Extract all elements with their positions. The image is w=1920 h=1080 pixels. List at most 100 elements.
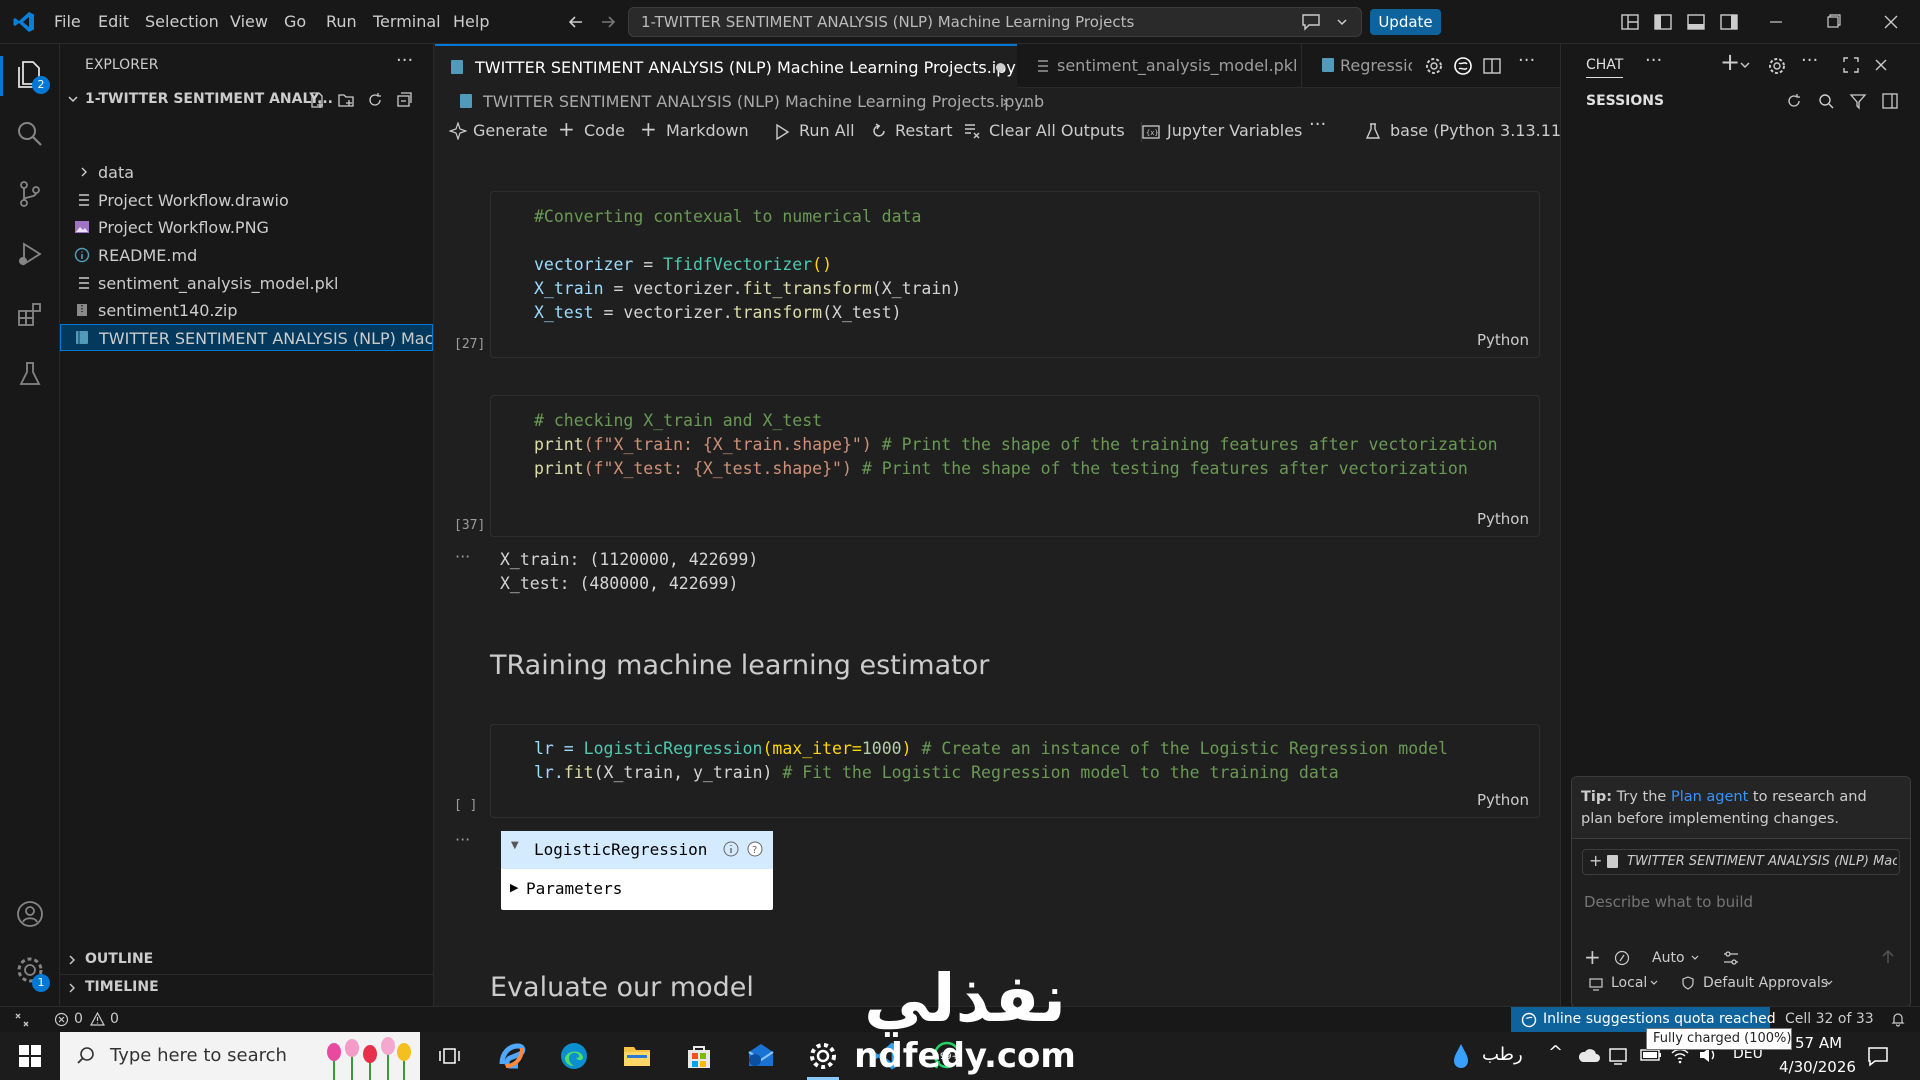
- testing-flask-icon[interactable]: [14, 358, 46, 390]
- refresh-icon[interactable]: [1785, 92, 1803, 110]
- tab-pkl[interactable]: sentiment_analysis_model.pkl: [1017, 44, 1302, 88]
- chat-settings-gear-icon[interactable]: [1767, 56, 1787, 76]
- menu-edit[interactable]: Edit: [98, 12, 129, 31]
- editor-more-icon[interactable]: ···: [1518, 50, 1535, 71]
- extensions-icon[interactable]: [14, 298, 46, 330]
- add-markdown-button[interactable]: Markdown: [666, 121, 749, 140]
- clock-time[interactable]: 57 AM: [1795, 1034, 1842, 1052]
- kernel-selector[interactable]: base (Python 3.13.11): [1390, 121, 1567, 140]
- chevron-down-icon[interactable]: [1335, 15, 1349, 29]
- menu-run[interactable]: Run: [326, 12, 357, 31]
- filter-icon[interactable]: [1849, 92, 1867, 110]
- minimize-icon[interactable]: [1766, 12, 1786, 32]
- file-explorer-icon[interactable]: [621, 1040, 653, 1072]
- generate-button[interactable]: Generate: [473, 121, 548, 140]
- code-cell-3[interactable]: lr = LogisticRegression(max_iter=1000) #…: [490, 724, 1540, 818]
- new-file-icon[interactable]: [308, 91, 326, 109]
- plan-agent-link[interactable]: Plan agent: [1671, 789, 1748, 805]
- copilot-icon[interactable]: [1453, 56, 1473, 76]
- code-line[interactable]: lr = LogisticRegression(max_iter=1000) #…: [534, 737, 1448, 761]
- security-icon[interactable]: [1608, 1046, 1628, 1066]
- chevron-down-icon[interactable]: [66, 92, 80, 106]
- context-attachment[interactable]: + TWITTER SENTIMENT ANALYSIS (NLP) Machi: [1582, 849, 1900, 875]
- breadcrumb[interactable]: TWITTER SENTIMENT ANALYSIS (NLP) Machine…: [483, 92, 1044, 111]
- output-menu-icon[interactable]: ···: [455, 830, 470, 849]
- tree-file-notebook[interactable]: TWITTER SENTIMENT ANALYSIS (NLP) Machi..…: [60, 324, 433, 351]
- chat-header[interactable]: CHAT: [1586, 57, 1624, 78]
- maximize-icon[interactable]: [1842, 56, 1860, 74]
- more-actions-icon[interactable]: ···: [396, 50, 413, 71]
- code-line[interactable]: print(f"X_train: {X_train.shape}") # Pri…: [534, 433, 1498, 457]
- tree-file-readme[interactable]: README.md: [60, 242, 433, 269]
- copilot-app-icon[interactable]: [496, 1040, 528, 1072]
- clock-date[interactable]: 4/30/2026: [1779, 1058, 1856, 1076]
- add-code-button[interactable]: Code: [584, 121, 625, 140]
- toggle-secondary-sidebar-icon[interactable]: [1719, 12, 1739, 32]
- refresh-icon[interactable]: [366, 91, 384, 109]
- code-line[interactable]: X_test = vectorizer.transform(X_test): [534, 301, 902, 325]
- local-picker[interactable]: Local: [1611, 975, 1647, 991]
- code-line[interactable]: print(f"X_test: {X_test.shape}") # Print…: [534, 457, 1468, 481]
- forward-arrow-icon[interactable]: [598, 12, 618, 32]
- search-icon[interactable]: [1817, 92, 1835, 110]
- warning-count[interactable]: 0: [110, 1011, 119, 1027]
- outlook-mail-icon[interactable]: [745, 1040, 777, 1072]
- workspace-root[interactable]: 1-TWITTER SENTIMENT ANALY...: [85, 91, 333, 107]
- settings-gear-icon[interactable]: [1424, 56, 1444, 76]
- chevron-right-icon[interactable]: [66, 954, 78, 966]
- tree-file-png[interactable]: Project Workflow.PNG: [60, 214, 433, 241]
- clear-all-outputs-button[interactable]: Clear All Outputs: [989, 121, 1125, 140]
- tree-file-zip[interactable]: sentiment140.zip: [60, 297, 433, 324]
- warning-icon[interactable]: [90, 1012, 105, 1027]
- code-line[interactable]: # checking X_train and X_test: [534, 409, 822, 433]
- tree-folder-data[interactable]: data: [60, 159, 433, 186]
- menu-go[interactable]: Go: [284, 12, 306, 31]
- code-line[interactable]: X_train = vectorizer.fit_transform(X_tra…: [534, 277, 961, 301]
- add-context-plus-icon[interactable]: +: [1589, 851, 1602, 870]
- settings-sliders-icon[interactable]: [1722, 949, 1740, 967]
- toolbar-more-icon[interactable]: ···: [1309, 114, 1326, 135]
- code-line[interactable]: lr.fit(X_train, y_train) # Fit the Logis…: [534, 761, 1339, 785]
- account-icon[interactable]: [14, 898, 46, 930]
- weather-label[interactable]: رطب: [1482, 1044, 1523, 1065]
- breadcrumb-tail[interactable]: ...: [1016, 92, 1031, 111]
- new-chat-plus-icon[interactable]: +: [1720, 48, 1740, 76]
- close-icon[interactable]: [1872, 56, 1890, 74]
- approvals-picker[interactable]: Default Approvals: [1703, 975, 1828, 991]
- tray-chevron-up-icon[interactable]: ^: [1548, 1042, 1563, 1063]
- chat-input[interactable]: [1584, 889, 1900, 915]
- timeline-section[interactable]: TIMELINE: [85, 979, 159, 995]
- menu-selection[interactable]: Selection: [145, 12, 219, 31]
- toggle-sidebar-icon[interactable]: [1653, 12, 1673, 32]
- sidebar-toggle-icon[interactable]: [1881, 92, 1899, 110]
- edge-browser-icon[interactable]: [558, 1040, 590, 1072]
- close-window-icon[interactable]: [1881, 12, 1901, 32]
- weather-icon[interactable]: [1450, 1040, 1472, 1072]
- tree-file-drawio[interactable]: Project Workflow.drawio: [60, 187, 433, 214]
- tools-icon[interactable]: [1614, 950, 1630, 966]
- onedrive-cloud-icon[interactable]: [1578, 1046, 1600, 1064]
- error-icon[interactable]: [54, 1012, 69, 1027]
- chevron-right-icon[interactable]: [66, 982, 78, 994]
- run-debug-icon[interactable]: [14, 238, 46, 270]
- mode-picker[interactable]: Auto: [1652, 950, 1685, 966]
- new-folder-icon[interactable]: [337, 91, 355, 109]
- cell-language[interactable]: Python: [1477, 791, 1529, 809]
- chat-more-icon[interactable]: ···: [1645, 50, 1662, 71]
- menu-view[interactable]: View: [230, 12, 268, 31]
- layout-customize-icon[interactable]: [1620, 12, 1640, 32]
- settings-app-icon[interactable]: [807, 1040, 839, 1072]
- restart-button[interactable]: Restart: [895, 121, 953, 140]
- code-line[interactable]: vectorizer = TfidfVectorizer(): [534, 253, 832, 277]
- tab-notebook[interactable]: TWITTER SENTIMENT ANALYSIS (NLP) Machine…: [435, 44, 1017, 88]
- search-icon[interactable]: [14, 118, 46, 150]
- notifications-icon[interactable]: [1866, 1044, 1890, 1068]
- outline-section[interactable]: OUTLINE: [85, 951, 153, 967]
- tab-regression[interactable]: Regressio: [1302, 44, 1412, 88]
- menu-file[interactable]: File: [54, 12, 81, 31]
- collapse-all-icon[interactable]: [395, 91, 413, 109]
- task-view-icon[interactable]: [435, 1040, 467, 1072]
- restore-icon[interactable]: [1823, 12, 1843, 32]
- menu-help[interactable]: Help: [453, 12, 489, 31]
- jupyter-variables-button[interactable]: Jupyter Variables: [1167, 121, 1302, 140]
